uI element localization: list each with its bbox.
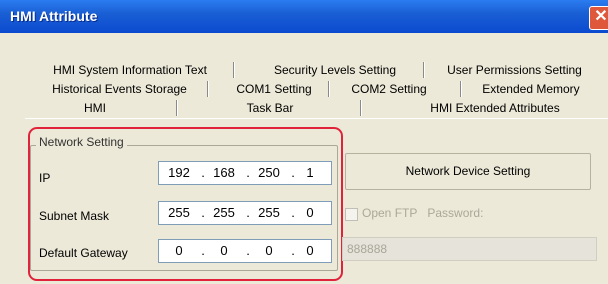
highlight-annotation — [28, 127, 343, 281]
window-title: HMI Attribute — [10, 8, 98, 24]
tab-row-2: Historical Events Storage COM1 Setting C… — [0, 79, 608, 99]
tab-separator — [233, 62, 235, 78]
tab-separator — [176, 100, 178, 116]
tab-separator — [328, 81, 330, 97]
open-ftp-checkbox[interactable] — [345, 208, 358, 221]
tab-hmi[interactable]: HMI — [50, 98, 140, 120]
open-ftp-label: Open FTP — [362, 206, 418, 220]
tab-separator — [360, 100, 362, 116]
tab-security-levels-setting[interactable]: Security Levels Setting — [250, 60, 420, 80]
tab-hmi-extended-attributes[interactable]: HMI Extended Attributes — [410, 98, 580, 118]
tab-com1-setting[interactable]: COM1 Setting — [225, 79, 323, 99]
tab-user-permissions-setting[interactable]: User Permissions Setting — [437, 60, 592, 80]
tab-historical-events-storage[interactable]: Historical Events Storage — [38, 79, 201, 99]
ftp-label: Open FTP Password: — [362, 206, 483, 220]
ftp-password-field[interactable]: 888888 — [342, 237, 597, 261]
tab-row-3: HMI Task Bar HMI Extended Attributes — [0, 98, 608, 120]
tab-com2-setting[interactable]: COM2 Setting — [340, 79, 438, 99]
titlebar: HMI Attribute ✕ — [0, 0, 608, 33]
network-device-setting-button[interactable]: Network Device Setting — [345, 153, 591, 190]
tab-separator — [460, 81, 462, 97]
close-button[interactable]: ✕ — [589, 6, 608, 30]
tab-extended-memory[interactable]: Extended Memory — [472, 79, 590, 99]
tab-row-1: HMI System Information Text Security Lev… — [0, 60, 608, 80]
password-label: Password: — [427, 206, 484, 220]
ftp-password-value: 888888 — [347, 242, 388, 256]
tab-separator — [207, 81, 209, 97]
tab-task-bar[interactable]: Task Bar — [220, 98, 320, 118]
tab-hmi-system-information-text[interactable]: HMI System Information Text — [45, 60, 215, 80]
tab-separator — [423, 62, 425, 78]
